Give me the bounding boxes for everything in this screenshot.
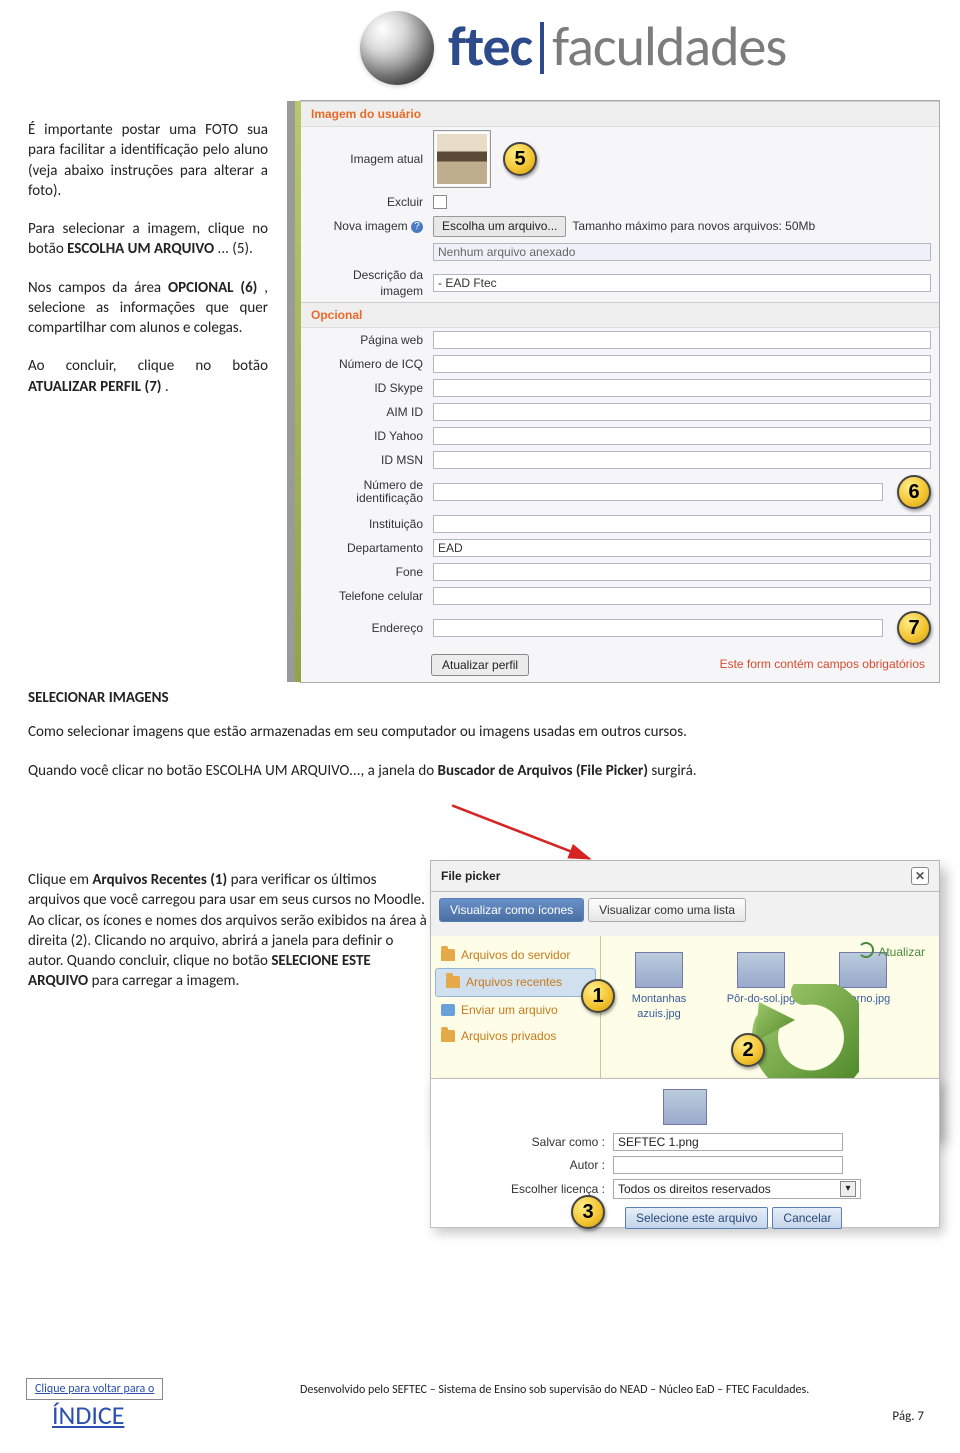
folder-icon <box>441 1030 455 1042</box>
file-picker-title: File picker <box>441 868 500 884</box>
input-fone[interactable] <box>433 563 931 581</box>
select-images-p1: Como selecionar imagens que estão armaze… <box>28 722 928 742</box>
sidebar-item-private-files[interactable]: Arquivos privados <box>431 1023 600 1049</box>
label-idnum: Número de identificação <box>309 479 427 505</box>
label-new-image: Nova imagem ? <box>309 218 427 234</box>
logo-sphere-icon <box>360 11 434 85</box>
label-aim: AIM ID <box>309 404 427 420</box>
deco-strip <box>287 101 295 682</box>
callout-7: 7 <box>897 611 931 645</box>
p2: Para selecionar a imagem, clique no botã… <box>28 219 268 260</box>
label-license: Escolher licença : <box>445 1181 605 1197</box>
select-images-heading: SELECIONAR IMAGENS <box>28 688 928 708</box>
deco-strip <box>295 101 301 682</box>
index-link[interactable]: ÍNDICE <box>52 1398 960 1433</box>
input-pagina-web[interactable] <box>433 331 931 349</box>
p1: É importante postar uma FOTO sua para fa… <box>28 120 268 201</box>
label-yahoo: ID Yahoo <box>309 428 427 444</box>
select-this-file-button[interactable]: Selecione este arquivo <box>625 1207 768 1229</box>
sidebar-item-recent-files[interactable]: Arquivos recentes <box>435 968 596 996</box>
input-endereco[interactable] <box>433 619 883 637</box>
avatar <box>433 130 491 188</box>
sidebar-item-upload-file[interactable]: Enviar um arquivo <box>431 997 600 1023</box>
no-file-attached: Nenhum arquivo anexado <box>433 243 931 261</box>
image-icon <box>663 1089 707 1125</box>
label-dept: Departamento <box>309 540 427 556</box>
license-select[interactable]: Todos os direitos reservados ▾ <box>613 1179 861 1199</box>
back-to-index-link[interactable]: Clique para voltar para o <box>26 1378 163 1400</box>
label-current-image: Imagem atual <box>309 151 427 167</box>
input-yahoo[interactable] <box>433 427 931 445</box>
label-endereco: Endereço <box>309 620 427 636</box>
folder-icon <box>446 976 460 988</box>
section-optional: Opcional <box>301 302 939 328</box>
label-fone: Fone <box>309 564 427 580</box>
label-icq: Número de ICQ <box>309 356 427 372</box>
label-instituicao: Instituição <box>309 516 427 532</box>
choose-file-button[interactable]: Escolha um arquivo... <box>433 216 566 236</box>
page-footer: Clique para voltar para o ÍNDICE Desenvo… <box>0 1378 960 1433</box>
save-as-input[interactable]: SEFTEC 1.png <box>613 1133 843 1151</box>
input-instituicao[interactable] <box>433 515 931 533</box>
required-note: Este form contém campos obrigatórios <box>720 648 939 680</box>
callout-2: 2 <box>731 1033 765 1067</box>
logo-sub: faculdades <box>552 10 786 86</box>
intro-text: É importante postar uma FOTO sua para fa… <box>28 120 268 415</box>
refresh-link[interactable]: Atualizar <box>858 942 925 960</box>
label-image-description: Descrição da imagem <box>309 267 427 299</box>
label-celular: Telefone celular <box>309 588 427 604</box>
view-as-icons-button[interactable]: Visualizar como ícones <box>439 898 584 922</box>
filepicker-instructions: Clique em Arquivos Recentes (1) para ver… <box>28 870 428 992</box>
select-images-p2: Quando você clicar no botão ESCOLHA UM A… <box>28 761 928 781</box>
author-input[interactable] <box>613 1156 843 1174</box>
close-icon[interactable]: ✕ <box>911 867 929 885</box>
input-msn[interactable] <box>433 451 931 469</box>
update-profile-button[interactable]: Atualizar perfil <box>431 654 529 676</box>
folder-icon <box>441 949 455 961</box>
callout-1: 1 <box>581 979 615 1013</box>
file-size-hint: Tamanho máximo para novos arquivos: 50Mb <box>572 218 815 234</box>
logo-divider-icon <box>540 22 544 74</box>
image-icon <box>737 952 785 988</box>
input-icq[interactable] <box>433 355 931 373</box>
profile-form-screenshot: Imagem do usuário Imagem atual 5 Excluir… <box>300 100 940 683</box>
file-detail-dialog: Salvar como : SEFTEC 1.png Autor : Escol… <box>430 1078 940 1228</box>
callout-5: 5 <box>503 142 537 176</box>
logo-brand: ftec <box>448 10 540 86</box>
input-celular[interactable] <box>433 587 931 605</box>
p3: Nos campos da área OPCIONAL (6) , seleci… <box>28 278 268 339</box>
view-as-list-button[interactable]: Visualizar como uma lista <box>588 898 746 922</box>
callout-3: 3 <box>571 1195 605 1229</box>
callout-6: 6 <box>897 475 931 509</box>
chevron-down-icon: ▾ <box>840 1181 856 1197</box>
input-skype[interactable] <box>433 379 931 397</box>
label-pagina-web: Página web <box>309 332 427 348</box>
footer-credit: Desenvolvido pelo SEFTEC – Sistema de En… <box>300 1382 809 1398</box>
avatar-image <box>435 132 489 186</box>
label-delete: Excluir <box>309 194 427 210</box>
help-icon[interactable]: ? <box>411 221 423 233</box>
upload-icon <box>441 1004 455 1016</box>
image-icon <box>635 952 683 988</box>
delete-checkbox[interactable] <box>433 195 447 209</box>
label-msn: ID MSN <box>309 452 427 468</box>
p4: Ao concluir, clique no botão ATUALIZAR P… <box>28 356 268 397</box>
red-arrow-icon <box>440 802 610 862</box>
label-save-as: Salvar como : <box>445 1134 605 1150</box>
select-images-section: SELECIONAR IMAGENS Como selecionar image… <box>28 688 928 799</box>
page-number: Pág. 7 <box>892 1408 924 1426</box>
section-user-image: Imagem do usuário <box>301 101 939 127</box>
label-author: Autor : <box>445 1157 605 1173</box>
input-aim[interactable] <box>433 403 931 421</box>
sidebar-item-server-files[interactable]: Arquivos do servidor <box>431 942 600 968</box>
input-idnum[interactable] <box>433 483 883 501</box>
image-description-input[interactable]: - EAD Ftec <box>433 274 931 292</box>
input-dept[interactable]: EAD <box>433 539 931 557</box>
file-thumb[interactable]: Montanhas azuis.jpg <box>619 952 699 1022</box>
cancel-button[interactable]: Cancelar <box>772 1207 842 1229</box>
logo: ftec faculdades <box>360 10 786 86</box>
label-skype: ID Skype <box>309 380 427 396</box>
